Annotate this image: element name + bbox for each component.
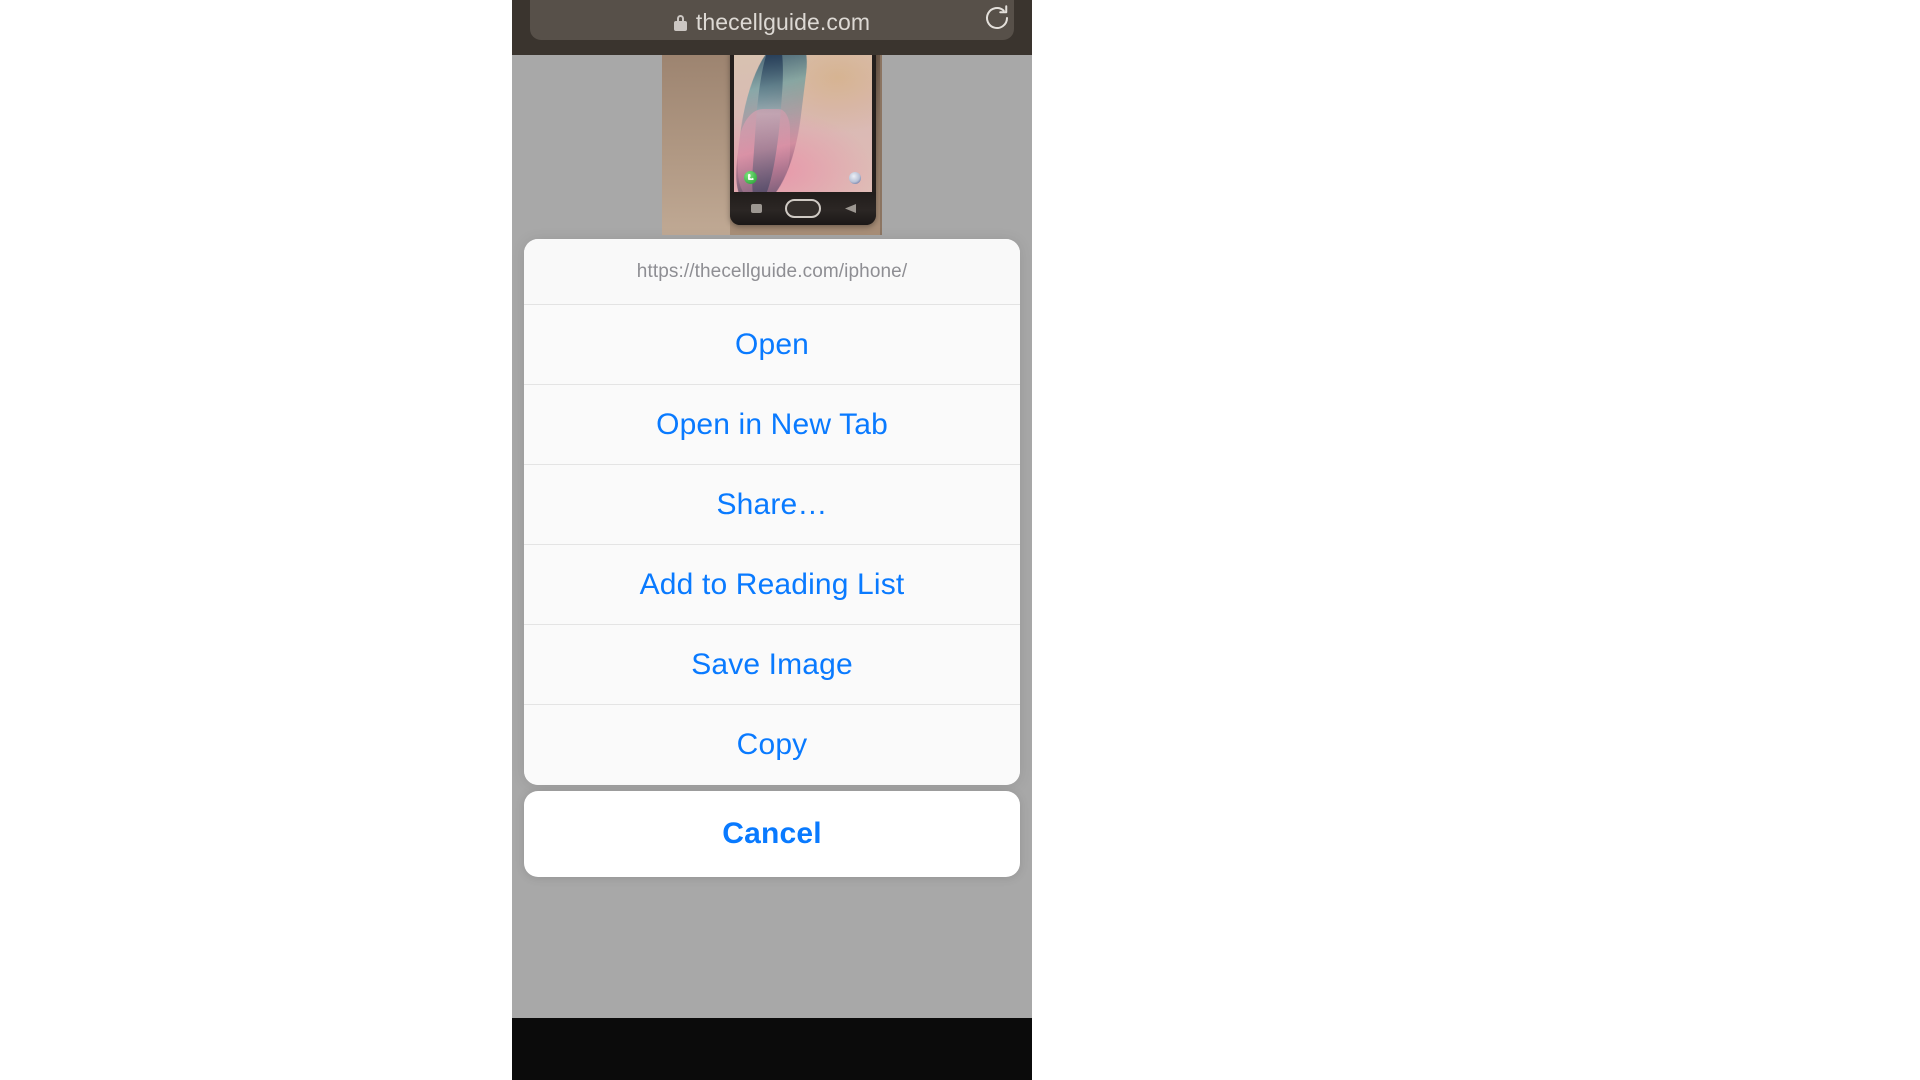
dock-app-icon — [849, 172, 861, 184]
address-bar[interactable]: thecellguide.com — [530, 0, 1014, 40]
cancel-button-label: Cancel — [722, 817, 822, 850]
phone-bottom-bezel — [730, 192, 876, 225]
phone-screenshot-viewport: thecellguide.com https://thecellguide.co… — [512, 0, 1032, 1080]
phone-app-icon — [744, 171, 757, 184]
product-photo[interactable] — [662, 55, 882, 235]
action-sheet-item-label: Copy — [736, 728, 808, 761]
address-bar-url: thecellguide.com — [695, 9, 871, 35]
action-sheet-item-share[interactable]: Share… — [524, 465, 1020, 545]
action-sheet-item-label: Add to Reading List — [639, 567, 905, 601]
action-sheet: https://thecellguide.com/iphone/ Open Op… — [524, 239, 1020, 785]
photo-background-surface — [662, 55, 730, 235]
phone-device-image — [730, 55, 876, 225]
address-bar-content: thecellguide.com — [673, 9, 871, 35]
device-home-bar — [512, 1018, 1032, 1080]
back-key-icon — [845, 204, 856, 213]
reload-icon[interactable] — [982, 3, 1012, 33]
action-sheet-item-copy[interactable]: Copy — [524, 705, 1020, 785]
action-sheet-url-header: https://thecellguide.com/iphone/ — [524, 239, 1020, 305]
action-sheet-item-save-image[interactable]: Save Image — [524, 625, 1020, 705]
action-sheet-url: https://thecellguide.com/iphone/ — [636, 260, 908, 282]
phone-screen — [734, 55, 872, 192]
action-sheet-item-open[interactable]: Open — [524, 305, 1020, 385]
lock-icon — [673, 14, 687, 31]
cancel-button[interactable]: Cancel — [524, 791, 1020, 877]
recents-key-icon — [751, 204, 762, 213]
browser-top-chrome: thecellguide.com — [512, 0, 1032, 55]
home-button — [785, 199, 821, 218]
photo-background-edge — [880, 55, 882, 235]
action-sheet-item-label: Open — [735, 327, 809, 361]
action-sheet-item-add-to-reading-list[interactable]: Add to Reading List — [524, 545, 1020, 625]
action-sheet-item-label: Save Image — [691, 647, 853, 681]
action-sheet-item-label: Share… — [716, 487, 828, 521]
action-sheet-item-label: Open in New Tab — [656, 407, 888, 441]
action-sheet-item-open-in-new-tab[interactable]: Open in New Tab — [524, 385, 1020, 465]
